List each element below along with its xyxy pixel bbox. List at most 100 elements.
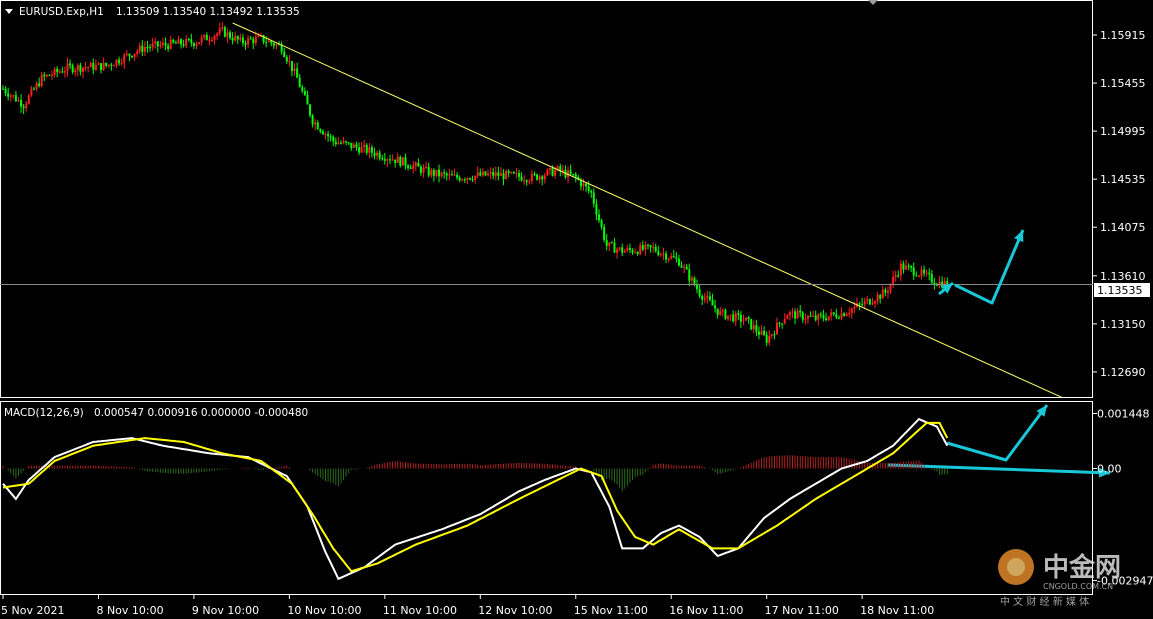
candle-body[interactable] [401,157,404,166]
candle-body[interactable] [917,275,920,277]
candle-body[interactable] [597,214,600,221]
candle-body[interactable] [546,169,549,176]
candle-body[interactable] [337,142,340,145]
candle-body[interactable] [272,43,275,46]
candle-body[interactable] [778,322,781,324]
candle-body[interactable] [665,253,668,260]
candle-body[interactable] [923,269,926,274]
candle-body[interactable] [149,47,152,49]
candle-body[interactable] [105,62,108,66]
candle-body[interactable] [910,266,913,268]
candle-body[interactable] [394,159,397,163]
candle-body[interactable] [729,314,732,316]
candle-body[interactable] [321,131,324,135]
candle-body[interactable] [234,36,237,41]
candle-body[interactable] [685,266,688,270]
candle-body[interactable] [530,173,533,181]
candle-body[interactable] [58,71,61,73]
candle-body[interactable] [17,99,20,102]
candle-body[interactable] [370,147,373,153]
candle-body[interactable] [51,75,54,77]
candle-body[interactable] [164,42,167,46]
candle-body[interactable] [84,67,87,69]
downtrend-line[interactable] [232,22,1064,398]
candle-body[interactable] [585,183,588,187]
candle-body[interactable] [463,179,466,181]
candle-body[interactable] [837,317,840,319]
candle-body[interactable] [203,34,206,38]
candle-body[interactable] [48,74,51,76]
candle-body[interactable] [244,42,247,45]
candle-body[interactable] [383,159,386,161]
candle-body[interactable] [172,39,175,43]
candle-body[interactable] [698,289,701,296]
candle-body[interactable] [536,174,539,180]
candle-body[interactable] [417,162,420,167]
candle-body[interactable] [868,299,871,305]
candle-body[interactable] [786,315,789,320]
candle-body[interactable] [672,255,675,258]
candle-body[interactable] [453,174,456,176]
candle-body[interactable] [881,289,884,299]
candle-body[interactable] [40,74,43,87]
candle-body[interactable] [7,93,10,97]
candle-body[interactable] [492,171,495,176]
candle-body[interactable] [737,313,740,315]
candle-body[interactable] [293,68,296,72]
candle-body[interactable] [732,314,735,322]
candle-body[interactable] [489,171,492,174]
candle-body[interactable] [76,65,79,71]
candle-body[interactable] [226,32,229,37]
candle-body[interactable] [745,317,748,321]
candle-body[interactable] [352,144,355,148]
candle-body[interactable] [649,245,652,248]
candle-body[interactable] [12,95,15,97]
candle-body[interactable] [118,59,121,64]
candle-body[interactable] [327,134,330,137]
candle-body[interactable] [275,44,278,46]
candle-body[interactable] [621,247,624,253]
candle-body[interactable] [863,301,866,305]
candle-body[interactable] [290,61,293,72]
candle-body[interactable] [309,104,312,116]
candle-body[interactable] [894,275,897,277]
candle-body[interactable] [192,43,195,46]
candle-body[interactable] [742,320,745,322]
candle-body[interactable] [915,275,918,277]
candle-body[interactable] [296,68,299,78]
candle-body[interactable] [858,303,861,305]
candle-body[interactable] [683,266,686,268]
candle-body[interactable] [760,330,763,335]
candle-body[interactable] [347,142,350,144]
candle-body[interactable] [783,319,786,324]
candle-body[interactable] [440,172,443,177]
candle-body[interactable] [355,144,358,148]
candle-body[interactable] [407,165,410,168]
candle-body[interactable] [430,170,433,176]
candle-body[interactable] [561,169,564,172]
candle-body[interactable] [110,64,113,66]
candle-body[interactable] [107,64,110,66]
candle-body[interactable] [688,269,691,281]
candle-body[interactable] [102,62,105,71]
chart-shift-marker-icon[interactable] [868,0,878,5]
candle-body[interactable] [711,300,714,306]
candle-body[interactable] [850,308,853,313]
candle-body[interactable] [81,67,84,72]
candle-body[interactable] [791,311,794,313]
candle-body[interactable] [507,170,510,174]
candle-body[interactable] [636,252,639,255]
candle-body[interactable] [61,71,64,73]
candle-body[interactable] [920,269,923,276]
candle-body[interactable] [876,294,879,302]
candle-body[interactable] [350,142,353,148]
candle-body[interactable] [902,263,905,270]
candle-body[interactable] [757,331,760,335]
candle-body[interactable] [654,246,657,252]
candle-body[interactable] [825,318,828,320]
candle-body[interactable] [365,145,368,153]
candle-body[interactable] [432,170,435,176]
candle-body[interactable] [677,258,680,266]
candle-body[interactable] [505,170,508,180]
candle-body[interactable] [497,172,500,176]
